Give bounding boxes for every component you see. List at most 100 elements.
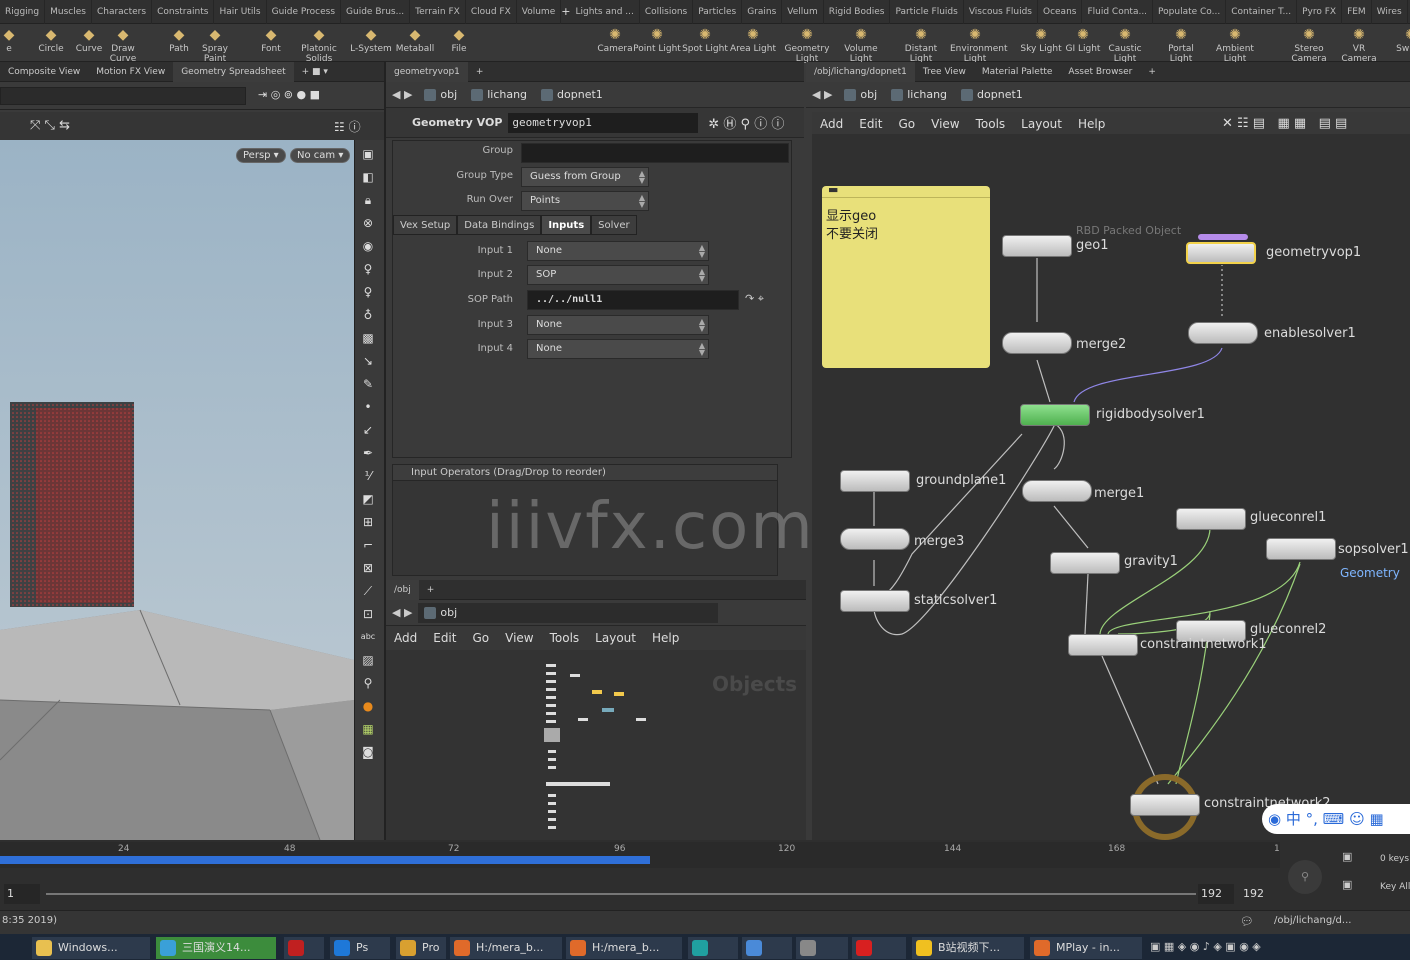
- light-tool-15[interactable]: ✺Switch: [1386, 26, 1410, 60]
- network-tools-icon[interactable]: ✕ ☷ ▤ ▦ ▦ ▤ ▤: [1222, 116, 1347, 131]
- node-glueconrel1[interactable]: [1176, 508, 1246, 530]
- obj-back-icon[interactable]: ◀ ▶: [386, 606, 418, 619]
- bbox-icon[interactable]: ⊡: [359, 605, 377, 623]
- shelf-tab-right-4[interactable]: Vellum: [782, 0, 824, 24]
- timeline-ruler[interactable]: 24 48 72 96 120 144 168 1: [0, 842, 1280, 868]
- end-frame-field-2[interactable]: 192: [1240, 884, 1276, 904]
- shelf-tool-8[interactable]: ◆ L-System: [348, 26, 394, 60]
- gear-icon[interactable]: ✲ Ⓗ ⚲ ⓘ ⓘ: [708, 113, 784, 132]
- task-houdini-2[interactable]: H:/mera_b...: [566, 937, 682, 959]
- network-back-icon[interactable]: ◀ ▶: [806, 88, 838, 101]
- shelf-tab-7[interactable]: Terrain FX: [410, 0, 466, 24]
- net-crumb-obj[interactable]: obj: [838, 85, 885, 105]
- shelf-tab-right-1[interactable]: Collisions: [640, 0, 694, 24]
- obj-menu-tools[interactable]: Tools: [542, 631, 588, 645]
- range-slider[interactable]: [46, 893, 1196, 895]
- wireframe-icon[interactable]: ▣: [359, 145, 377, 163]
- light-tool-1[interactable]: ✺ Point Light: [632, 26, 682, 60]
- group-type-menu[interactable]: Guess from Group ▲ ▼: [521, 167, 649, 187]
- obj-path-dropdown[interactable]: obj: [418, 602, 719, 623]
- light-tool-2[interactable]: ✺ Spot Light: [680, 26, 730, 60]
- obj-menu-add[interactable]: Add: [386, 631, 425, 645]
- sop-path-field[interactable]: ../../null1: [527, 290, 739, 310]
- measure-icon[interactable]: ⟋: [359, 582, 377, 600]
- sticky-collapse-icon[interactable]: ▬: [822, 184, 990, 198]
- shelf-add-icon[interactable]: + ▾: [561, 0, 570, 42]
- shelf-tab-6[interactable]: Guide Brus...: [341, 0, 411, 24]
- key-all-icon[interactable]: ▣: [1342, 878, 1352, 891]
- node-name-field[interactable]: geometryvop1: [508, 112, 699, 133]
- ghost-icon[interactable]: ◉: [359, 237, 377, 255]
- net-crumb-dopnet1[interactable]: dopnet1: [955, 85, 1031, 105]
- input1-menu[interactable]: None ▲ ▼: [527, 241, 709, 261]
- tab-geometryvop1[interactable]: geometryvop1: [386, 61, 468, 82]
- shelf-tab-right-7[interactable]: Viscous Fluids: [964, 0, 1038, 24]
- warning-icon[interactable]: ●: [359, 697, 377, 715]
- shaded-icon[interactable]: ◧: [359, 168, 377, 186]
- node-staticsolver1[interactable]: [840, 590, 910, 612]
- light-tool-3[interactable]: ✺ Area Light: [728, 26, 778, 60]
- sticky-text[interactable]: 显示geo 不要关闭: [822, 198, 990, 254]
- camera-menu[interactable]: No cam ▾: [290, 148, 351, 163]
- add-tab-icon[interactable]: + ■ ▾: [294, 62, 336, 82]
- tab-composite-view[interactable]: Composite View: [0, 62, 88, 82]
- shelf-tool-5[interactable]: ◆ Spray Paint: [192, 26, 238, 64]
- shelf-tab-right-6[interactable]: Particle Fluids: [890, 0, 964, 24]
- keyframe-icon[interactable]: ⚲: [1288, 860, 1322, 894]
- net-menu-help[interactable]: Help: [1070, 117, 1113, 131]
- shelf-tab-right-9[interactable]: Fluid Conta...: [1082, 0, 1154, 24]
- task-app-red[interactable]: [284, 937, 324, 959]
- display-options-icon[interactable]: ▩: [359, 329, 377, 347]
- corner-icon[interactable]: ⌐: [359, 536, 377, 554]
- shelf-tab-right-10[interactable]: Populate Co...: [1153, 0, 1227, 24]
- speech-icon[interactable]: 💬︎: [1240, 915, 1254, 928]
- ime-toolbar[interactable]: ◉ 中 °, ⌨ ☺ ▦: [1262, 804, 1410, 834]
- node-constraintnetwork2[interactable]: [1130, 794, 1200, 816]
- tiles-icon[interactable]: ▦: [359, 720, 377, 738]
- shelf-tool-3[interactable]: ◆ Draw Curve: [100, 26, 146, 64]
- group-field[interactable]: [521, 143, 789, 163]
- light-tool-5[interactable]: ✺ Volume Light: [836, 26, 886, 64]
- 3d-viewport[interactable]: Persp ▾ No cam ▾: [0, 140, 354, 840]
- select-icon[interactable]: ↘: [359, 352, 377, 370]
- snap-icon[interactable]: ⊗: [359, 214, 377, 232]
- shelf-tab-right-12[interactable]: Pyro FX: [1297, 0, 1343, 24]
- tab-asset-browser[interactable]: Asset Browser: [1060, 62, 1140, 82]
- light-tool-12[interactable]: ✺ Ambient Light: [1210, 26, 1260, 64]
- node-rigidbodysolver1[interactable]: [1020, 404, 1090, 426]
- shelf-tab-8[interactable]: Cloud FX: [466, 0, 517, 24]
- grid-icon[interactable]: ⊞: [359, 513, 377, 531]
- task-pro[interactable]: Pro: [396, 937, 446, 959]
- shelf-tab-4[interactable]: Hair Utils: [214, 0, 267, 24]
- obj-menu-view[interactable]: View: [497, 631, 541, 645]
- choose-path-icon[interactable]: ↷ ⌖: [745, 292, 764, 306]
- tab-vex-setup[interactable]: Vex Setup: [393, 215, 458, 235]
- transform-icon[interactable]: ⤧ ⤡ ⇆: [30, 118, 70, 133]
- node-constraintnetwork1[interactable]: [1068, 634, 1138, 656]
- light-tool-13[interactable]: ✺ Stereo Camera: [1284, 26, 1334, 64]
- camera-icon[interactable]: ♁: [359, 306, 377, 324]
- shelf-tool-9[interactable]: ◆ Metaball: [392, 26, 438, 60]
- shelf-tool-7[interactable]: ◆ Platonic Solids: [296, 26, 342, 64]
- shelf-tab-right-13[interactable]: FEM: [1342, 0, 1372, 24]
- shelf-tab-2[interactable]: Characters: [92, 0, 153, 24]
- shelf-tab-3[interactable]: Constraints: [152, 0, 215, 24]
- add-network-tab-icon[interactable]: +: [1140, 62, 1164, 82]
- key-options-icon[interactable]: ▣: [1342, 850, 1352, 863]
- net-menu-go[interactable]: Go: [890, 117, 923, 131]
- sticky-note[interactable]: ▬ 显示geo 不要关闭: [822, 184, 990, 368]
- net-crumb-lichang[interactable]: lichang: [885, 85, 955, 105]
- input3-menu[interactable]: None ▲ ▼: [527, 315, 709, 335]
- task-app-clapper[interactable]: [796, 937, 848, 959]
- obj-menu-edit[interactable]: Edit: [425, 631, 464, 645]
- cube-icon[interactable]: ◩: [359, 490, 377, 508]
- key-all-button[interactable]: Key All: [1380, 882, 1410, 892]
- pin-icon[interactable]: ⇥ ◎ ⊚ ● ■: [258, 88, 320, 101]
- shelf-tab-right-11[interactable]: Container T...: [1226, 0, 1298, 24]
- snap2-icon[interactable]: ⊠: [359, 559, 377, 577]
- task-photoshop[interactable]: Ps: [330, 937, 390, 959]
- crumb-dopnet1[interactable]: dopnet1: [535, 85, 611, 105]
- node-merge2[interactable]: [1002, 332, 1072, 354]
- tab-motion-fx-view[interactable]: Motion FX View: [88, 62, 173, 82]
- light-tool-6[interactable]: ✺ Distant Light: [896, 26, 946, 64]
